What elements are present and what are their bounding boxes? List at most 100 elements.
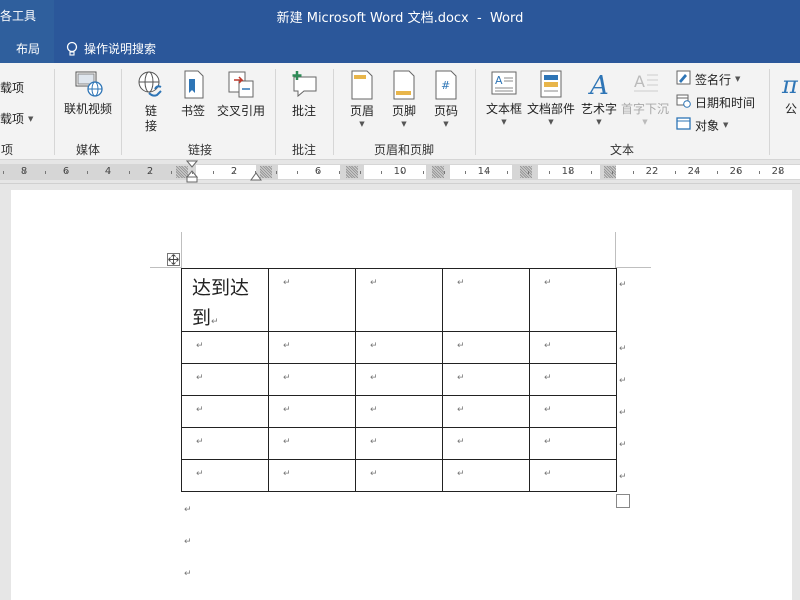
group-divider <box>769 69 770 155</box>
cell-text-line: 到 <box>192 307 212 329</box>
table-cell[interactable]: ↵ <box>268 268 356 332</box>
cell-text-line: 达到达 <box>192 277 250 299</box>
column-marker[interactable] <box>346 166 358 178</box>
table-cell[interactable]: ↵ <box>181 363 269 396</box>
table-cell[interactable]: ↵ <box>529 395 617 428</box>
text-box-button[interactable]: A 文本框 ▼ <box>482 69 526 127</box>
paragraph-mark: ↵ <box>457 373 465 383</box>
paragraph-mark: ↵ <box>544 469 552 479</box>
table-cell[interactable]: ↵ <box>181 427 269 460</box>
paragraph-mark: ↵ <box>370 341 378 351</box>
table-cell[interactable]: ↵ <box>529 363 617 396</box>
paragraph-mark: ↵ <box>544 405 552 415</box>
date-time-button[interactable]: 日期和时间 <box>676 93 755 111</box>
ruler-tick <box>66 171 67 174</box>
wordart-button[interactable]: A 艺术字 ▼ <box>578 69 620 127</box>
table-cell[interactable]: ↵ <box>355 363 443 396</box>
document-table[interactable]: 达到达 到↵ ↵ ↵ ↵ ↵ ↵ ↵ ↵ ↵ ↵ ↵ ↵ ↵ ↵ ↵ ↵ ↵ ↵ ↵ ↵ ↵ ↵ ↵ ↵ ↵ ↵ ↵ ↵ ↵ ↵ <box>181 268 617 492</box>
table-cell[interactable]: ↵ <box>181 459 269 492</box>
chevron-down-icon: ▼ <box>28 114 34 123</box>
table-cell[interactable]: 达到达 到↵ <box>181 268 269 332</box>
table-cell[interactable]: ↵ <box>442 363 530 396</box>
table-cell[interactable]: ↵ <box>442 459 530 492</box>
table-cell[interactable]: ↵ <box>442 331 530 364</box>
new-comment-button[interactable]: 批注 <box>282 69 326 119</box>
table-cell[interactable]: ↵ <box>529 459 617 492</box>
svg-text:#: # <box>441 79 450 92</box>
ruler-label: 24 <box>687 166 701 177</box>
link-button[interactable]: 链 接 <box>130 69 172 134</box>
chevron-down-icon: ▼ <box>443 120 449 128</box>
paragraph-mark: ↵ <box>196 341 204 351</box>
margin-guide <box>181 232 182 268</box>
table-cell[interactable]: ↵ <box>442 395 530 428</box>
paragraph-mark: ↵ <box>283 405 291 415</box>
table-move-handle[interactable] <box>167 253 180 266</box>
signature-line-button[interactable]: 签名行 ▼ <box>676 70 740 88</box>
online-video-button[interactable]: 联机视频 <box>60 69 116 117</box>
table-cell[interactable]: ↵ <box>529 268 617 332</box>
table-cell[interactable]: ↵ <box>268 395 356 428</box>
paragraph-mark: ↵ <box>544 278 552 288</box>
table-cell[interactable]: ↵ <box>355 268 443 332</box>
table-cell[interactable]: ↵ <box>355 395 443 428</box>
paragraph-mark: ↵ <box>457 437 465 447</box>
column-marker[interactable] <box>604 166 616 178</box>
table-cell[interactable]: ↵ <box>529 427 617 460</box>
addin-item-2[interactable]: 载项 ▼ <box>0 110 33 127</box>
table-cell[interactable]: ↵ <box>268 363 356 396</box>
group-label-text: 文本 <box>609 143 634 157</box>
group-label-links: 链接 <box>187 143 212 157</box>
table-resize-handle[interactable] <box>616 494 630 508</box>
table-cell[interactable]: ↵ <box>181 331 269 364</box>
addin-item-1[interactable]: 载项 <box>0 79 24 96</box>
hanging-indent-marker-icon[interactable] <box>250 170 262 184</box>
cross-reference-button[interactable]: 交叉引用 <box>213 69 269 119</box>
column-marker[interactable] <box>520 166 532 178</box>
header-button[interactable]: 页眉 ▼ <box>342 69 382 129</box>
table-cell[interactable]: ↵ <box>268 331 356 364</box>
tell-me-search[interactable]: 操作说明搜索 <box>66 40 156 57</box>
bookmark-label: 书签 <box>180 104 205 118</box>
group-label-header-footer: 页眉和页脚 <box>373 143 434 157</box>
ruler-tick <box>24 171 25 174</box>
table-cell[interactable]: ↵ <box>268 427 356 460</box>
paragraph-mark: ↵ <box>283 437 291 447</box>
ruler-tick <box>3 171 4 174</box>
quick-parts-button[interactable]: 文档部件 ▼ <box>527 69 575 127</box>
table-cell[interactable]: ↵ <box>442 268 530 332</box>
bookmark-button[interactable]: 书签 <box>175 69 211 119</box>
table-cell[interactable]: ↵ <box>442 427 530 460</box>
table-cell[interactable]: ↵ <box>355 331 443 364</box>
column-marker[interactable] <box>432 166 444 178</box>
group-divider <box>121 69 122 155</box>
table-cell[interactable]: ↵ <box>268 459 356 492</box>
ruler-label: 28 <box>771 166 785 177</box>
table-row: ↵ ↵ ↵ ↵ ↵ <box>181 459 617 492</box>
equation-button[interactable]: π 公 <box>778 69 800 117</box>
paragraph-mark: ↵ <box>283 469 291 479</box>
page-number-button[interactable]: # 页码 ▼ <box>426 69 466 129</box>
drop-cap-button[interactable]: A 首字下沉 ▼ <box>620 69 670 127</box>
table-cell[interactable]: ↵ <box>529 331 617 364</box>
footer-button[interactable]: 页脚 ▼ <box>384 69 424 129</box>
paragraph-mark: ↵ <box>370 469 378 479</box>
svg-text:π: π <box>781 71 799 99</box>
ruler-label: 22 <box>645 166 659 177</box>
ruler-tick <box>528 171 529 174</box>
paragraph-mark: ↵ <box>283 373 291 383</box>
object-button[interactable]: 对象 ▼ <box>676 116 728 134</box>
horizontal-ruler[interactable]: 86422610141822242628 <box>0 160 800 183</box>
online-video-icon <box>60 69 116 102</box>
ruler-label: 18 <box>561 166 575 177</box>
ruler-tick <box>717 171 718 174</box>
group-label-comments: 批注 <box>291 143 316 157</box>
chevron-down-icon: ▼ <box>501 118 507 126</box>
cross-reference-label: 交叉引用 <box>216 104 265 118</box>
tab-layout[interactable]: 布局 <box>0 33 54 63</box>
table-cell[interactable]: ↵ <box>181 395 269 428</box>
addin-item-1-label: 载项 <box>0 81 25 95</box>
header-icon <box>342 69 382 104</box>
table-cell[interactable]: ↵ <box>355 427 443 460</box>
table-cell[interactable]: ↵ <box>355 459 443 492</box>
